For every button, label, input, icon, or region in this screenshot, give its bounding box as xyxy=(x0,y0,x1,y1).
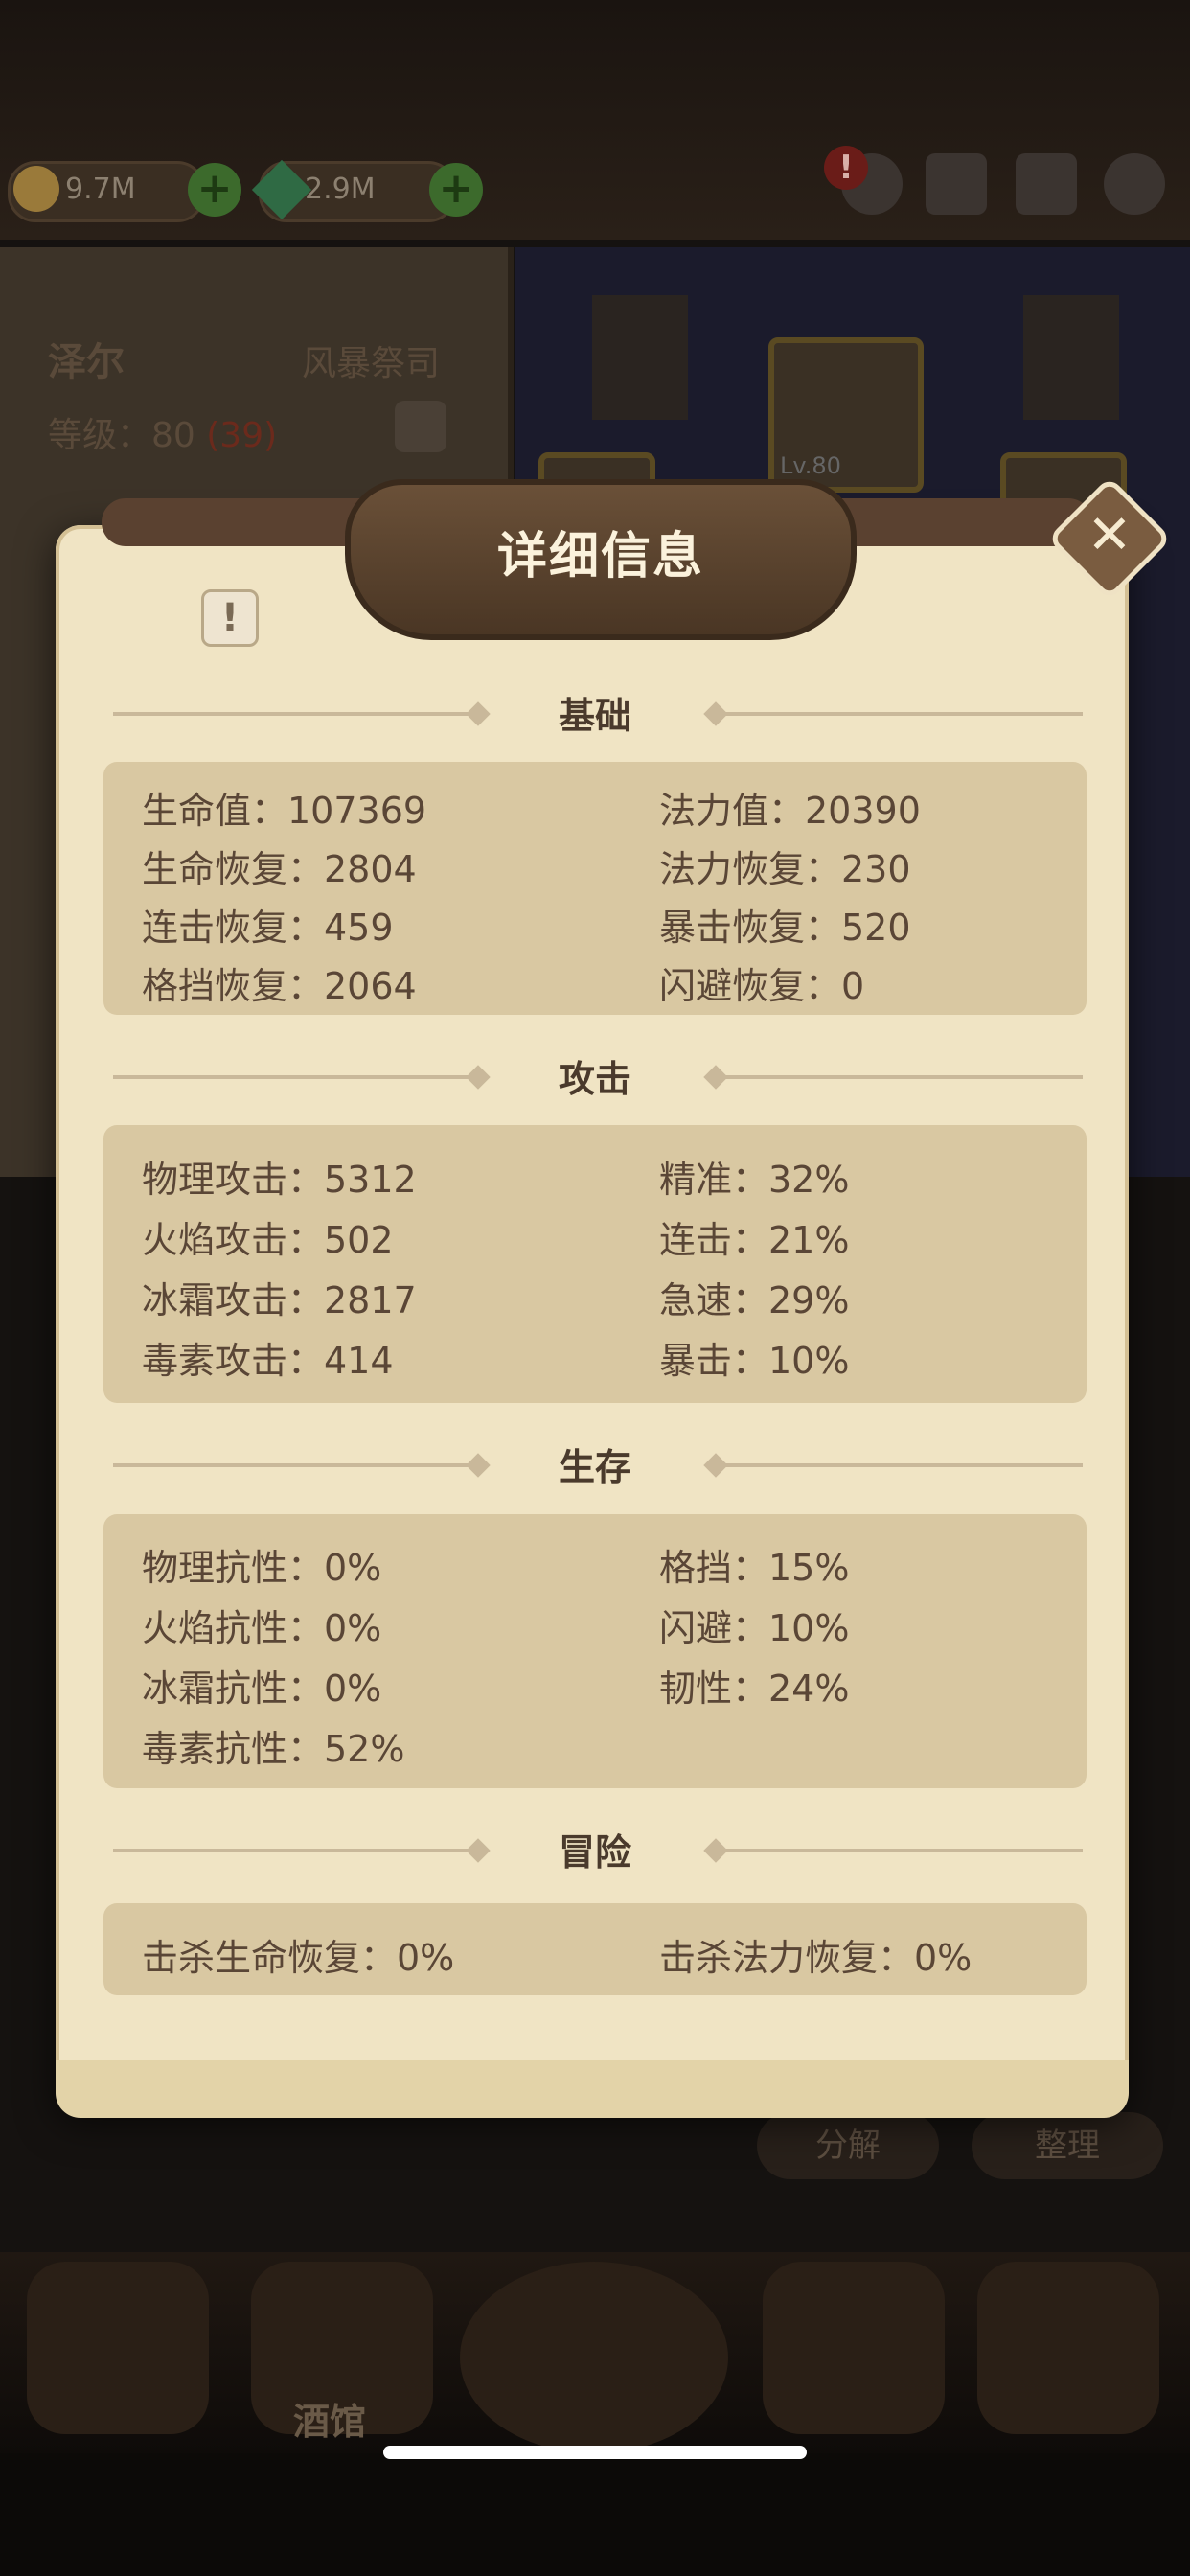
stat-frost-attack: 冰霜攻击：2817 xyxy=(142,1279,417,1322)
settings-gear-icon[interactable] xyxy=(1104,153,1165,215)
home-indicator[interactable] xyxy=(383,2446,807,2459)
stat-hp-regen: 生命恢复：2804 xyxy=(142,848,417,890)
star-banner-icon[interactable] xyxy=(592,295,688,420)
sort-button[interactable]: 整理 xyxy=(972,2112,1163,2179)
info-icon[interactable]: ! xyxy=(201,589,259,647)
section-divider xyxy=(113,712,477,716)
alert-icon: ! xyxy=(824,146,868,190)
chat-icon[interactable] xyxy=(926,153,987,215)
stat-physical-attack: 物理攻击：5312 xyxy=(142,1159,417,1201)
gold-amount: 9.7M xyxy=(65,172,136,206)
stat-kill-mp-regen: 击杀法力恢复：0% xyxy=(659,1937,973,1979)
stat-toughness: 韧性：24% xyxy=(659,1668,850,1710)
nav-adventure-icon[interactable] xyxy=(460,2262,728,2453)
mail-icon[interactable] xyxy=(1016,153,1077,215)
hero-level: 等级：80 (39) xyxy=(48,407,277,457)
stat-poison-attack: 毒素攻击：414 xyxy=(142,1340,394,1382)
stat-crit: 暴击：10% xyxy=(659,1340,850,1382)
add-gem-button[interactable]: + xyxy=(429,163,483,217)
decompose-button[interactable]: 分解 xyxy=(757,2112,939,2179)
stat-haste: 急速：29% xyxy=(659,1279,850,1322)
gem-amount: 2.9M xyxy=(305,172,376,206)
nav-hero-icon[interactable] xyxy=(763,2262,945,2434)
section-divider xyxy=(113,1075,477,1079)
section-divider xyxy=(713,1075,1083,1079)
stat-dodge-regen: 闪避恢复：0 xyxy=(659,965,865,1007)
nav-town-icon[interactable] xyxy=(27,2262,209,2434)
stat-kill-hp-regen: 击杀生命恢复：0% xyxy=(142,1937,455,1979)
stat-fire-resist: 火焰抗性：0% xyxy=(142,1607,382,1649)
section-title-attack: 攻击 xyxy=(558,1058,631,1100)
section-divider xyxy=(113,1463,477,1467)
stat-dodge: 闪避：10% xyxy=(659,1607,850,1649)
stat-frost-resist: 冰霜抗性：0% xyxy=(142,1668,382,1710)
hero-level-bonus: (39) xyxy=(206,416,278,455)
hero-level-label: 等级：80 xyxy=(48,416,195,455)
section-title-basic: 基础 xyxy=(558,695,631,737)
hero-info-button[interactable] xyxy=(395,401,446,452)
stat-block-regen: 格挡恢复：2064 xyxy=(142,965,417,1007)
add-gold-button[interactable]: + xyxy=(188,163,241,217)
section-title-survival: 生存 xyxy=(558,1446,631,1488)
stat-block: 格挡：15% xyxy=(659,1547,850,1589)
section-divider xyxy=(113,1849,477,1852)
nav-forge-icon[interactable] xyxy=(977,2262,1159,2434)
dialog-title: 详细信息 xyxy=(496,528,704,586)
stat-physical-resist: 物理抗性：0% xyxy=(142,1547,382,1589)
hero-class: 风暴祭司 xyxy=(302,344,441,383)
section-divider xyxy=(713,712,1083,716)
book-banner-icon[interactable] xyxy=(1023,295,1119,420)
gold-coin-icon xyxy=(13,166,59,212)
stat-accuracy: 精准：32% xyxy=(659,1159,850,1201)
stat-combo: 连击：21% xyxy=(659,1219,850,1261)
portrait-level: Lv.80 xyxy=(780,452,841,479)
stat-mp: 法力值：20390 xyxy=(659,790,921,832)
stat-crit-regen: 暴击恢复：520 xyxy=(659,907,911,949)
nav-tavern-label: 酒馆 xyxy=(293,2401,367,2443)
close-icon[interactable]: ✕ xyxy=(1065,496,1154,575)
section-divider xyxy=(713,1849,1083,1852)
stat-poison-resist: 毒素抗性：52% xyxy=(142,1728,405,1770)
section-divider xyxy=(713,1463,1083,1467)
hero-name: 泽尔 xyxy=(48,340,125,384)
stat-combo-regen: 连击恢复：459 xyxy=(142,907,394,949)
stat-hp: 生命值：107369 xyxy=(142,790,427,832)
section-title-adventure: 冒险 xyxy=(558,1831,631,1874)
stat-mp-regen: 法力恢复：230 xyxy=(659,848,911,890)
stat-fire-attack: 火焰攻击：502 xyxy=(142,1219,394,1261)
dialog-torn-edge xyxy=(56,2060,1129,2118)
